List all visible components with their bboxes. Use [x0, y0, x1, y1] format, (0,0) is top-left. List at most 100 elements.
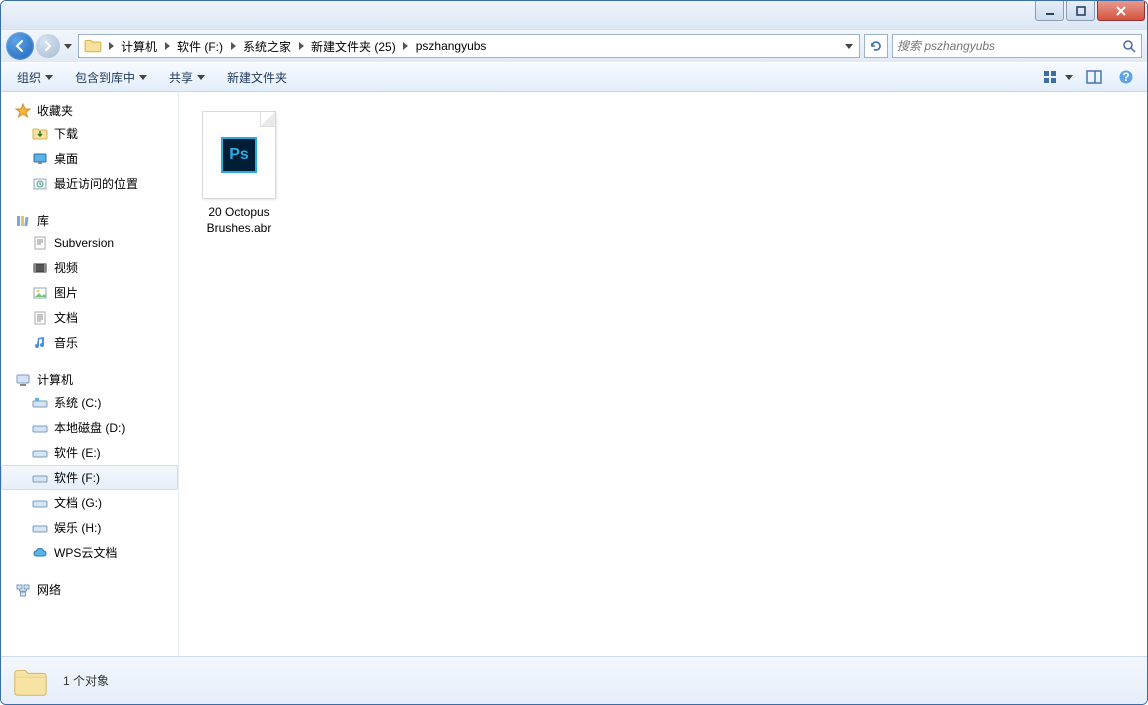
sidebar-item-label: 文档 (G:) — [54, 494, 102, 511]
back-button[interactable] — [6, 32, 34, 60]
network-label: 网络 — [37, 581, 61, 598]
sidebar-item-drive-g[interactable]: 文档 (G:) — [1, 490, 178, 515]
file-name-label: 20 Octopus Brushes.abr — [196, 205, 282, 236]
sidebar-item-label: 桌面 — [54, 150, 78, 167]
recent-icon — [32, 176, 48, 192]
sidebar-item-subversion[interactable]: Subversion — [1, 231, 178, 255]
help-button[interactable]: ? — [1113, 66, 1139, 88]
chevron-down-icon — [64, 44, 72, 49]
libraries-header[interactable]: 库 — [1, 210, 178, 231]
breadcrumb-sep[interactable] — [161, 42, 173, 50]
computer-header[interactable]: 计算机 — [1, 369, 178, 390]
explorer-window: 计算机 软件 (F:) 系统之家 新建文件夹 (25) pszhangyubs … — [0, 0, 1148, 705]
share-label: 共享 — [169, 69, 193, 86]
favorites-label: 收藏夹 — [37, 102, 73, 119]
maximize-button[interactable] — [1066, 1, 1095, 21]
sidebar-item-label: 最近访问的位置 — [54, 175, 138, 192]
maximize-icon — [1075, 5, 1087, 17]
search-box[interactable] — [892, 34, 1142, 58]
navigation-bar: 计算机 软件 (F:) 系统之家 新建文件夹 (25) pszhangyubs — [1, 30, 1147, 62]
back-arrow-icon — [13, 39, 27, 53]
chevron-down-icon — [139, 75, 147, 80]
breadcrumb-item[interactable]: 新建文件夹 (25) — [307, 35, 400, 57]
close-button[interactable] — [1097, 1, 1145, 21]
file-list-area[interactable]: Ps 20 Octopus Brushes.abr — [179, 92, 1147, 656]
file-item[interactable]: Ps 20 Octopus Brushes.abr — [191, 104, 287, 243]
sidebar-item-label: 文档 — [54, 309, 78, 326]
download-icon — [32, 126, 48, 142]
newfolder-label: 新建文件夹 — [227, 69, 287, 86]
breadcrumb-item[interactable]: 软件 (F:) — [173, 35, 227, 57]
minimize-icon — [1044, 5, 1056, 17]
window-titlebar — [1, 1, 1147, 30]
address-dropdown[interactable] — [839, 35, 857, 57]
preview-pane-button[interactable] — [1081, 66, 1107, 88]
file-thumbnail: Ps — [202, 111, 276, 199]
include-in-library-button[interactable]: 包含到库中 — [67, 66, 155, 89]
share-button[interactable]: 共享 — [161, 66, 213, 89]
drive-icon — [32, 445, 48, 461]
breadcrumb-root-sep[interactable] — [105, 42, 117, 50]
svg-text:?: ? — [1122, 70, 1129, 84]
chevron-right-icon — [109, 42, 114, 50]
nav-buttons — [6, 32, 74, 60]
preview-pane-icon — [1086, 69, 1102, 85]
drive-sys-icon — [32, 395, 48, 411]
nav-history-dropdown[interactable] — [62, 34, 74, 58]
new-folder-button[interactable]: 新建文件夹 — [219, 66, 295, 89]
sidebar-item-wps-cloud[interactable]: WPS云文档 — [1, 540, 178, 565]
sidebar-item-label: 娱乐 (H:) — [54, 519, 101, 536]
breadcrumb-item[interactable]: pszhangyubs — [412, 35, 491, 57]
breadcrumb-sep[interactable] — [400, 42, 412, 50]
sidebar-item-label: 软件 (E:) — [54, 444, 101, 461]
sidebar-item-recent[interactable]: 最近访问的位置 — [1, 171, 178, 196]
breadcrumb: 计算机 软件 (F:) 系统之家 新建文件夹 (25) pszhangyubs — [105, 35, 839, 57]
folder-icon — [84, 37, 102, 55]
command-toolbar: 组织 包含到库中 共享 新建文件夹 ? — [1, 62, 1147, 92]
chevron-down-icon — [1065, 75, 1073, 80]
sidebar-item-pictures[interactable]: 图片 — [1, 280, 178, 305]
sidebar-item-drive-f[interactable]: 软件 (F:) — [1, 465, 178, 490]
chevron-right-icon — [231, 42, 236, 50]
favorites-group: 收藏夹 下载 桌面 最近访问的位置 — [1, 100, 178, 196]
photoshop-icon: Ps — [221, 137, 257, 173]
sidebar-item-label: Subversion — [54, 236, 114, 250]
refresh-button[interactable] — [864, 34, 888, 58]
change-view-button[interactable] — [1037, 66, 1063, 88]
search-input[interactable] — [897, 36, 1121, 56]
sidebar-item-desktop[interactable]: 桌面 — [1, 146, 178, 171]
minimize-button[interactable] — [1035, 1, 1064, 21]
network-header[interactable]: 网络 — [1, 579, 178, 600]
refresh-icon — [869, 39, 883, 53]
sidebar-item-drive-h[interactable]: 娱乐 (H:) — [1, 515, 178, 540]
sidebar-item-videos[interactable]: 视频 — [1, 255, 178, 280]
breadcrumb-sep[interactable] — [227, 42, 239, 50]
chevron-down-icon — [197, 75, 205, 80]
sidebar-item-label: 软件 (F:) — [54, 469, 100, 486]
sidebar-item-downloads[interactable]: 下载 — [1, 121, 178, 146]
sidebar-item-drive-d[interactable]: 本地磁盘 (D:) — [1, 415, 178, 440]
svn-icon — [32, 235, 48, 251]
drive-icon — [32, 470, 48, 486]
chevron-right-icon — [403, 42, 408, 50]
status-text: 1 个对象 — [63, 672, 109, 689]
music-icon — [32, 335, 48, 351]
sidebar-item-label: 图片 — [54, 284, 78, 301]
sidebar-item-documents[interactable]: 文档 — [1, 305, 178, 330]
address-bar[interactable]: 计算机 软件 (F:) 系统之家 新建文件夹 (25) pszhangyubs — [78, 34, 860, 58]
sidebar-item-label: 下载 — [54, 125, 78, 142]
sidebar-item-music[interactable]: 音乐 — [1, 330, 178, 355]
help-icon: ? — [1118, 69, 1134, 85]
video-icon — [32, 260, 48, 276]
sidebar-item-drive-e[interactable]: 软件 (E:) — [1, 440, 178, 465]
breadcrumb-item[interactable]: 计算机 — [117, 35, 161, 57]
breadcrumb-sep[interactable] — [295, 42, 307, 50]
computer-icon — [15, 372, 31, 388]
organize-button[interactable]: 组织 — [9, 66, 61, 89]
forward-button[interactable] — [36, 34, 60, 58]
favorites-header[interactable]: 收藏夹 — [1, 100, 178, 121]
sidebar-item-drive-c[interactable]: 系统 (C:) — [1, 390, 178, 415]
breadcrumb-item[interactable]: 系统之家 — [239, 35, 295, 57]
chevron-right-icon — [165, 42, 170, 50]
change-view-dropdown[interactable] — [1063, 75, 1075, 80]
